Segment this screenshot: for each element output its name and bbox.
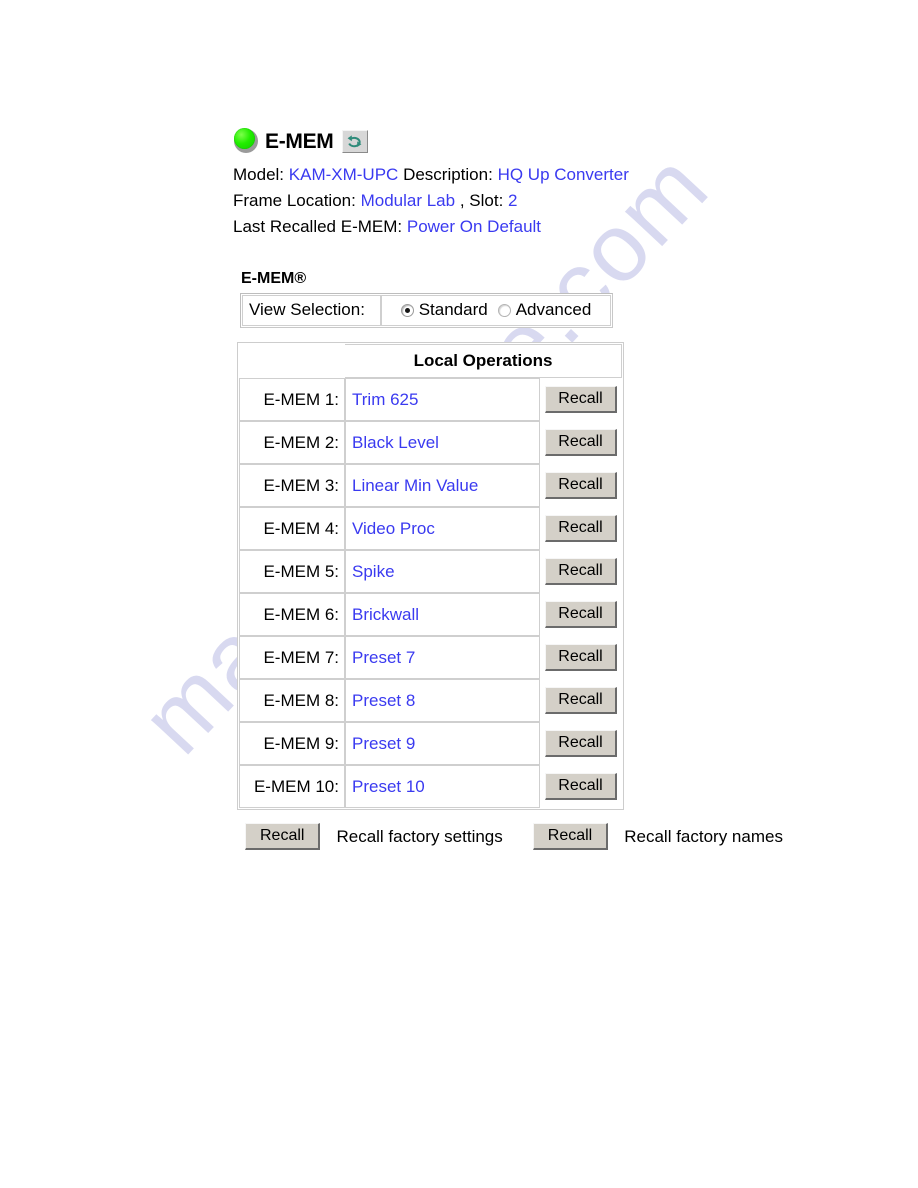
view-selection-options: Standard Advanced [381,295,611,326]
radio-standard[interactable]: Standard [400,300,488,320]
recall-button[interactable]: Recall [545,558,617,585]
emem-preset-name[interactable]: Video Proc [345,507,540,550]
recall-cell: Recall [540,722,622,765]
page-root: E-MEM Model: KAM-XM-UPC Description: HQ … [0,0,918,1188]
description-value: HQ Up Converter [497,165,629,184]
table-header-local-operations: Local Operations [345,344,622,378]
recall-button[interactable]: Recall [545,687,617,714]
page-title: E-MEM [265,129,334,153]
recall-button[interactable]: Recall [545,601,617,628]
emem-slot-label: E-MEM 4: [239,507,345,550]
table-row: E-MEM 3: Linear Min Value Recall [239,464,622,507]
radio-advanced-label: Advanced [515,300,592,319]
emem-table: Local Operations E-MEM 1: Trim 625 Recal… [237,342,624,810]
table-header-row: Local Operations [239,344,622,378]
emem-preset-name[interactable]: Linear Min Value [345,464,540,507]
table-row: E-MEM 5: Spike Recall [239,550,622,593]
radio-standard-indicator[interactable] [400,303,414,317]
emem-slot-label: E-MEM 8: [239,679,345,722]
table-row: E-MEM 2: Black Level Recall [239,421,622,464]
emem-slot-label: E-MEM 9: [239,722,345,765]
recall-cell: Recall [540,378,622,421]
info-line-location: Frame Location: Modular Lab , Slot: 2 [233,188,873,214]
slot-label: , Slot: [459,191,504,210]
emem-slot-label: E-MEM 2: [239,421,345,464]
recall-cell: Recall [540,550,622,593]
frame-location-label: Frame Location: [233,191,356,210]
recall-factory-settings-button[interactable]: Recall [245,823,321,850]
refresh-button[interactable] [341,129,368,153]
emem-preset-name[interactable]: Spike [345,550,540,593]
emem-slot-label: E-MEM 5: [239,550,345,593]
recall-button[interactable]: Recall [545,644,617,671]
emem-panel: E-MEM Model: KAM-XM-UPC Description: HQ … [233,126,873,850]
recall-cell: Recall [540,636,622,679]
section-heading: E-MEM® [241,270,307,287]
emem-preset-name[interactable]: Trim 625 [345,378,540,421]
table-row: E-MEM 4: Video Proc Recall [239,507,622,550]
recall-cell: Recall [540,421,622,464]
recall-button[interactable]: Recall [545,386,617,413]
recall-button[interactable]: Recall [545,515,617,542]
table-row: E-MEM 8: Preset 8 Recall [239,679,622,722]
recall-button[interactable]: Recall [545,429,617,456]
radio-advanced-indicator[interactable] [497,303,511,317]
table-row: E-MEM 9: Preset 9 Recall [239,722,622,765]
panel-header: E-MEM [233,126,873,156]
emem-preset-name[interactable]: Preset 7 [345,636,540,679]
recall-button[interactable]: Recall [545,730,617,757]
recall-cell: Recall [540,464,622,507]
model-label: Model: [233,165,285,184]
recall-cell: Recall [540,679,622,722]
description-label: Description: [403,165,493,184]
recall-cell: Recall [540,765,622,808]
view-selection-label: View Selection: [242,295,381,326]
footer-actions: Recall Recall factory settings Recall Re… [245,823,873,850]
table-row: E-MEM 10: Preset 10 Recall [239,765,622,808]
emem-slot-label: E-MEM 10: [239,765,345,808]
table-row: E-MEM 1: Trim 625 Recall [239,378,622,421]
status-led-icon [233,128,259,154]
emem-preset-name[interactable]: Preset 8 [345,679,540,722]
recall-cell: Recall [540,507,622,550]
emem-preset-name[interactable]: Brickwall [345,593,540,636]
view-selection-box: View Selection: Standard Advanced [240,293,613,328]
table-header-blank [239,344,345,378]
table-row: E-MEM 7: Preset 7 Recall [239,636,622,679]
frame-location-value: Modular Lab [360,191,456,210]
emem-preset-name[interactable]: Black Level [345,421,540,464]
slot-value: 2 [508,191,518,210]
last-recalled-label: Last Recalled E-MEM: [233,217,403,236]
last-recalled-value: Power On Default [406,217,542,236]
info-line-last-recalled: Last Recalled E-MEM: Power On Default [233,214,873,240]
recall-factory-names-button[interactable]: Recall [532,823,609,850]
recall-factory-settings-label: Recall factory settings [336,826,503,846]
emem-slot-label: E-MEM 1: [239,378,345,421]
recall-button[interactable]: Recall [545,773,617,800]
table-row: E-MEM 6: Brickwall Recall [239,593,622,636]
model-value: KAM-XM-UPC [288,165,399,184]
info-line-model: Model: KAM-XM-UPC Description: HQ Up Con… [233,162,873,188]
recall-cell: Recall [540,593,622,636]
refresh-icon [347,134,362,147]
emem-slot-label: E-MEM 7: [239,636,345,679]
emem-slot-label: E-MEM 3: [239,464,345,507]
recall-button[interactable]: Recall [545,472,617,499]
radio-standard-label: Standard [418,300,488,319]
emem-preset-name[interactable]: Preset 9 [345,722,540,765]
recall-factory-names-label: Recall factory names [624,826,783,846]
emem-preset-name[interactable]: Preset 10 [345,765,540,808]
emem-slot-label: E-MEM 6: [239,593,345,636]
radio-advanced[interactable]: Advanced [497,300,592,320]
